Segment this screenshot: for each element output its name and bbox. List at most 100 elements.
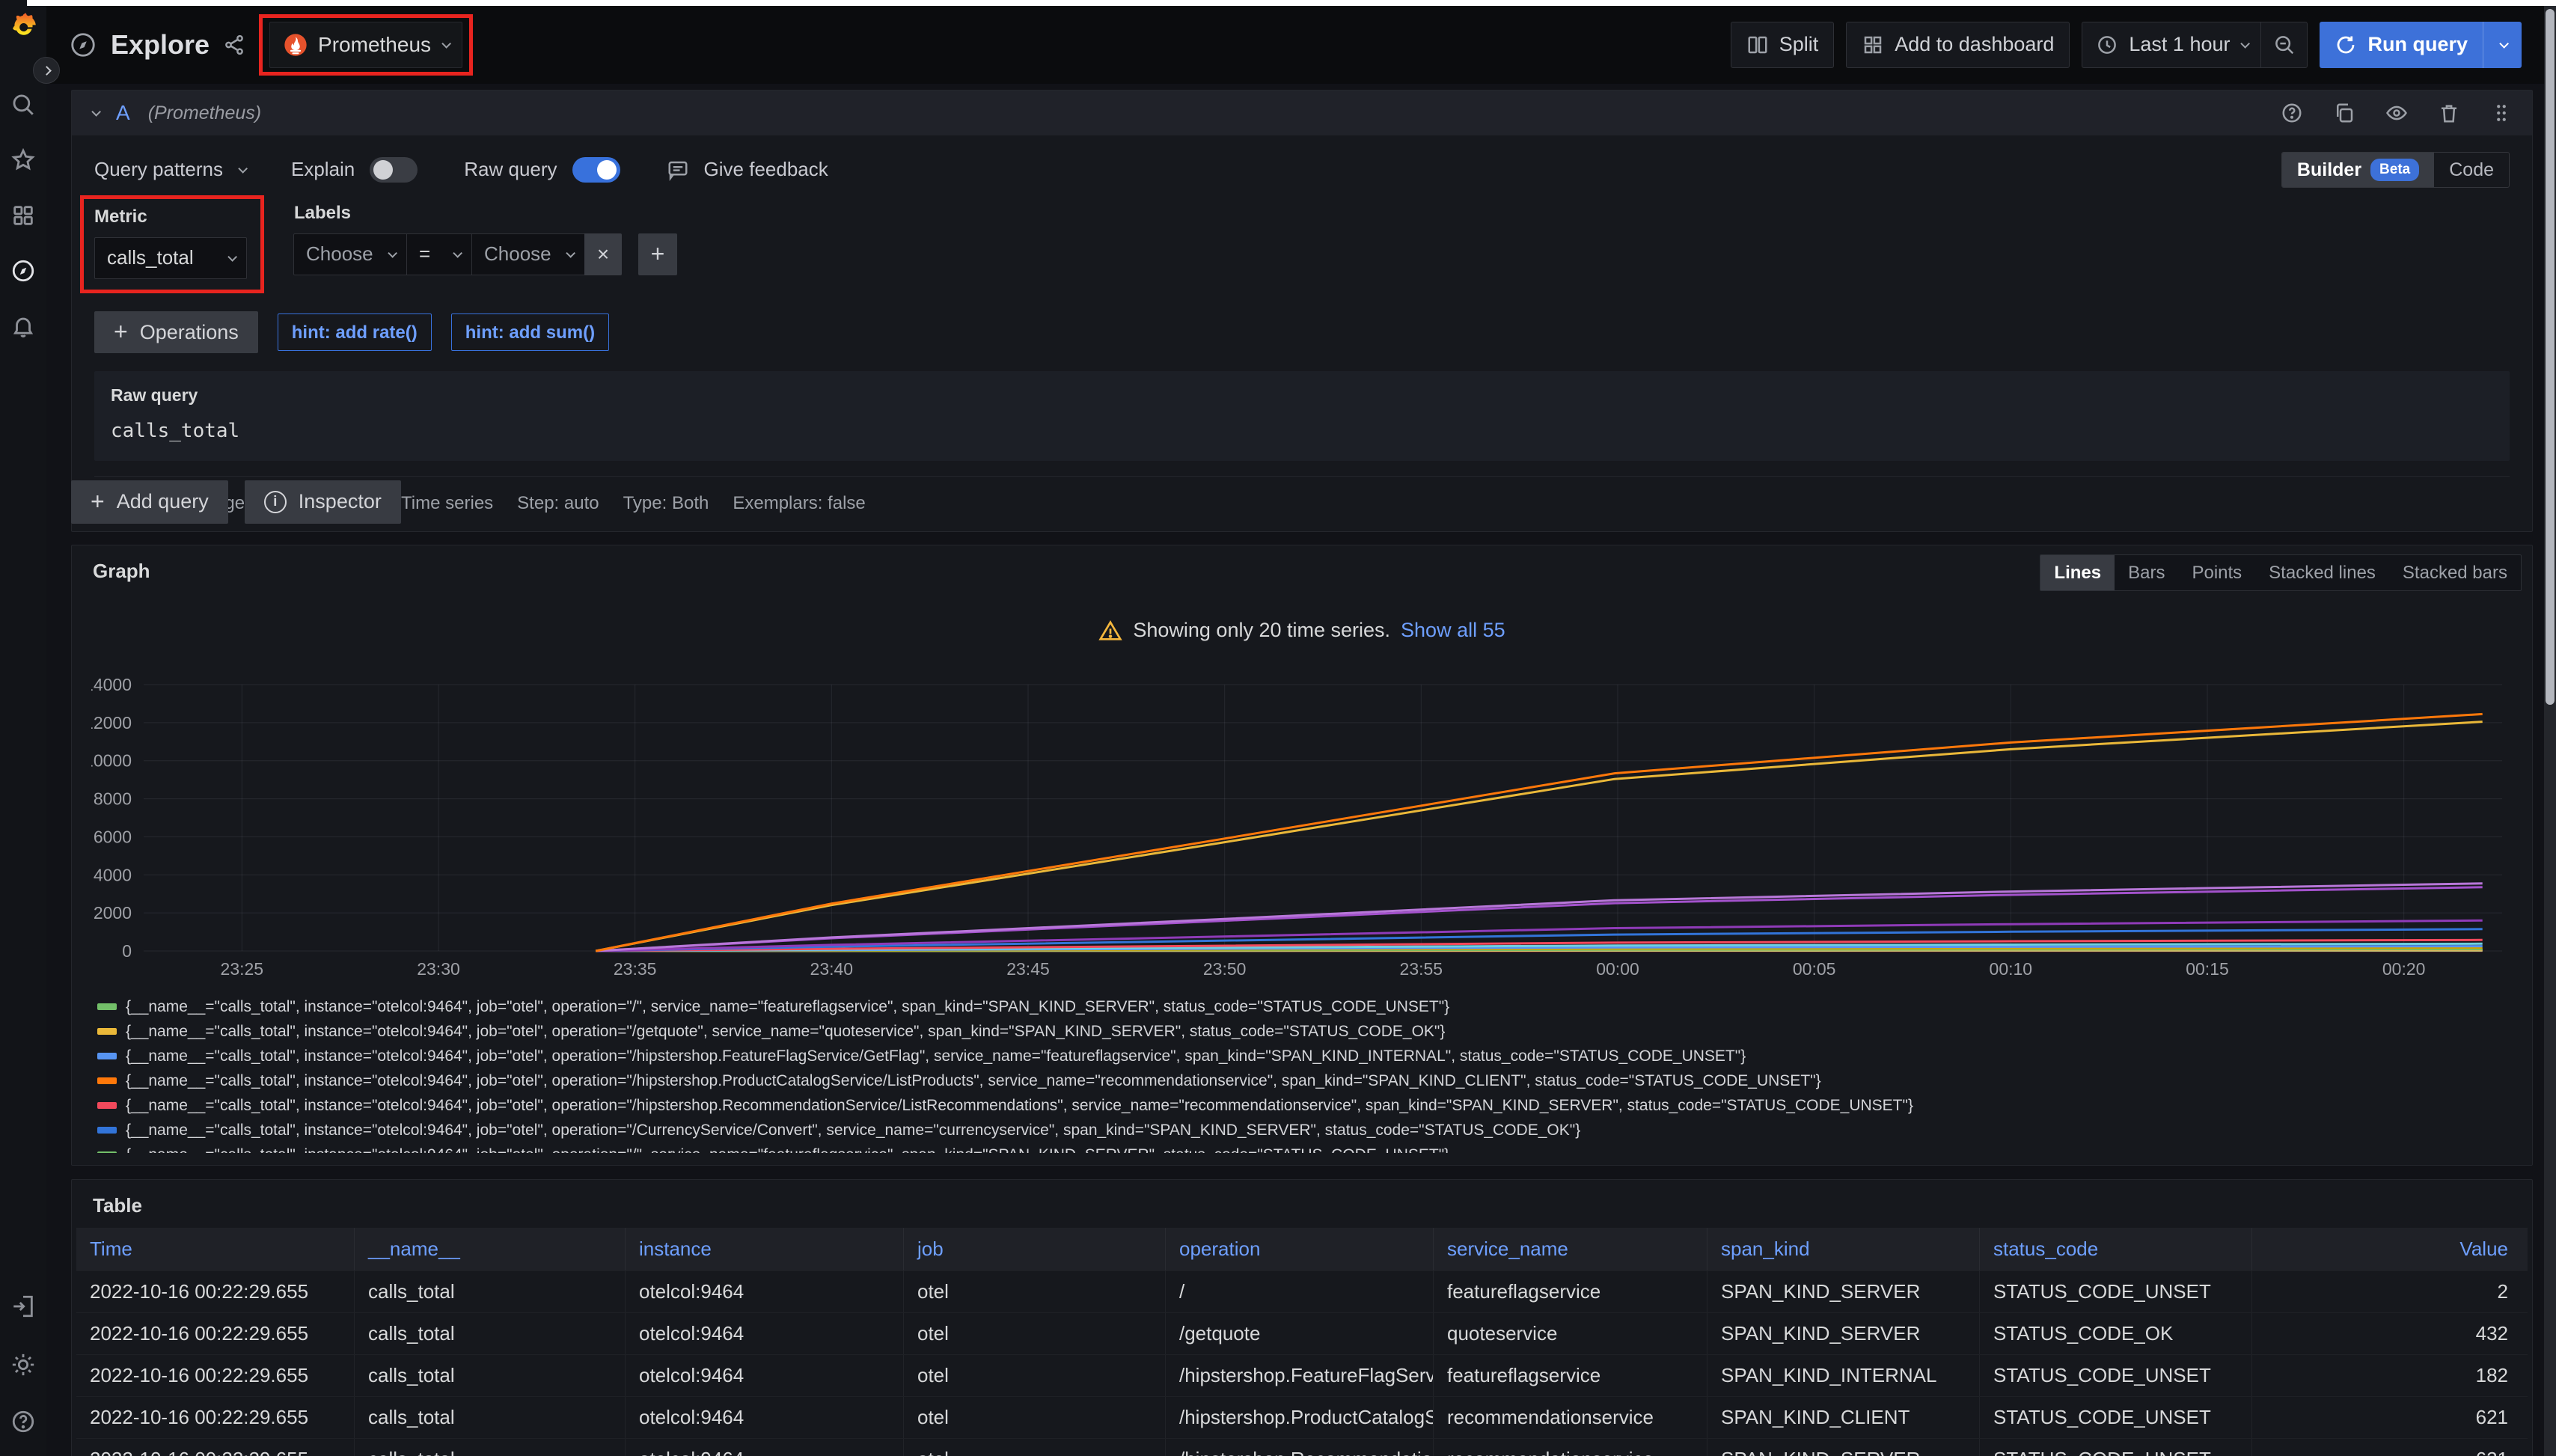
- time-range-picker[interactable]: Last 1 hour: [2082, 22, 2260, 67]
- x-axis-tick: 00:10: [1990, 959, 2033, 979]
- legend-swatch: [97, 1127, 117, 1134]
- table-header-cell[interactable]: job: [904, 1228, 1166, 1270]
- legend-item[interactable]: {__name__="calls_total", instance="otelc…: [97, 994, 2510, 1019]
- legend-item[interactable]: {__name__="calls_total", instance="otelc…: [97, 1118, 2510, 1143]
- legend-item-partial[interactable]: {__name__="calls_total", instance="otelc…: [97, 1143, 2510, 1153]
- y-axis-tick: 14000: [91, 675, 132, 694]
- timeseries-chart[interactable]: 0200040006000800010000120001400023:2523:…: [91, 665, 2508, 979]
- table-row: 2022-10-16 00:22:29.655calls_totalotelco…: [76, 1439, 2528, 1456]
- inspector-button[interactable]: i Inspector: [245, 480, 401, 524]
- star-icon[interactable]: [10, 147, 37, 174]
- table-header-cell[interactable]: __name__: [355, 1228, 626, 1270]
- explain-label: Explain: [291, 157, 355, 183]
- disable-query-eye-icon[interactable]: [2385, 102, 2408, 124]
- alerting-bell-icon[interactable]: [10, 313, 37, 340]
- query-datasource-hint: (Prometheus): [148, 101, 261, 126]
- datasource-picker[interactable]: Prometheus: [269, 22, 462, 68]
- top-nav: Explore Prometheus: [46, 6, 2544, 84]
- raw-query-value: calls_total: [111, 419, 2493, 444]
- collapse-chevron-icon[interactable]: [91, 107, 101, 117]
- table-cell: otelcol:9464: [626, 1271, 904, 1312]
- sign-in-icon[interactable]: [10, 1293, 37, 1320]
- graph-mode-lines[interactable]: Lines: [2040, 555, 2115, 590]
- page-scrollbar[interactable]: [2544, 6, 2556, 1456]
- zoom-out-time-button[interactable]: [2260, 22, 2307, 67]
- query-option-summary: Step: auto: [517, 492, 599, 515]
- label-name-select[interactable]: Choose: [293, 233, 407, 275]
- add-operation-button[interactable]: + Operations: [94, 311, 258, 353]
- label-value-select[interactable]: Choose: [471, 233, 585, 275]
- share-icon[interactable]: [223, 34, 245, 56]
- table-cell: otelcol:9464: [626, 1313, 904, 1354]
- graph-mode-stacked-lines[interactable]: Stacked lines: [2255, 555, 2389, 590]
- metric-field-label: Metric: [94, 205, 247, 228]
- query-row-header[interactable]: A (Prometheus): [72, 91, 2532, 135]
- graph-mode-points[interactable]: Points: [2178, 555, 2255, 590]
- chart-legend: {__name__="calls_total", instance="otelc…: [97, 994, 2510, 1153]
- legend-item[interactable]: {__name__="calls_total", instance="otelc…: [97, 1068, 2510, 1093]
- query-patterns-button[interactable]: Query patterns: [94, 157, 223, 183]
- code-mode-button[interactable]: Code: [2434, 153, 2509, 187]
- graph-mode-bars[interactable]: Bars: [2115, 555, 2178, 590]
- builder-mode-button[interactable]: Builder Beta: [2282, 153, 2434, 187]
- hint-button[interactable]: hint: add rate(): [278, 313, 432, 351]
- y-axis-tick: 4000: [94, 865, 132, 884]
- sidebar-expand-button[interactable]: [33, 57, 60, 84]
- delete-query-trash-icon[interactable]: [2438, 102, 2460, 124]
- legend-label: {__name__="calls_total", instance="otelc…: [126, 1021, 1445, 1041]
- explore-compass-icon[interactable]: [10, 257, 37, 284]
- dashboards-grid-icon[interactable]: [10, 202, 37, 229]
- help-icon[interactable]: [10, 1408, 37, 1435]
- settings-gear-icon[interactable]: [10, 1351, 37, 1378]
- add-to-dashboard-button[interactable]: Add to dashboard: [1846, 22, 2070, 68]
- show-all-series-link[interactable]: Show all 55: [1401, 617, 1505, 643]
- add-query-button[interactable]: + Add query: [71, 480, 228, 524]
- label-operator-select[interactable]: =: [406, 233, 472, 275]
- annotation-red-box-metric: Metric calls_total: [80, 195, 264, 293]
- table-header-cell[interactable]: span_kind: [1707, 1228, 1980, 1270]
- add-label-button[interactable]: +: [638, 233, 677, 275]
- hint-button[interactable]: hint: add sum(): [451, 313, 609, 351]
- page-title: Explore: [111, 28, 210, 63]
- label-name-placeholder: Choose: [306, 242, 373, 267]
- raw-query-toggle[interactable]: [572, 157, 620, 183]
- table-row: 2022-10-16 00:22:29.655calls_totalotelco…: [76, 1397, 2528, 1439]
- metric-select[interactable]: calls_total: [94, 237, 247, 279]
- grafana-logo-icon[interactable]: [7, 10, 39, 42]
- legend-item[interactable]: {__name__="calls_total", instance="otelc…: [97, 1093, 2510, 1118]
- remove-label-button[interactable]: ×: [584, 233, 622, 275]
- give-feedback-link[interactable]: Give feedback: [704, 157, 828, 183]
- run-query-dropdown[interactable]: [2483, 22, 2522, 68]
- table-cell: SPAN_KIND_INTERNAL: [1707, 1355, 1980, 1396]
- y-axis-tick: 10000: [91, 751, 132, 771]
- legend-item[interactable]: {__name__="calls_total", instance="otelc…: [97, 1019, 2510, 1044]
- explain-toggle[interactable]: [370, 157, 418, 183]
- x-axis-tick: 23:40: [810, 959, 854, 979]
- builder-label: Builder: [2297, 158, 2361, 183]
- legend-label: {__name__="calls_total", instance="otelc…: [126, 1071, 1821, 1091]
- table-header-cell[interactable]: Time: [76, 1228, 355, 1270]
- table-header-cell[interactable]: Value: [2252, 1228, 2528, 1270]
- table-cell: 2: [2252, 1271, 2528, 1312]
- legend-item[interactable]: {__name__="calls_total", instance="otelc…: [97, 1044, 2510, 1068]
- raw-query-box: Raw query calls_total: [94, 371, 2510, 461]
- run-query-button[interactable]: Run query: [2320, 22, 2483, 68]
- table-cell: otel: [904, 1397, 1166, 1438]
- table-header-cell[interactable]: service_name: [1434, 1228, 1707, 1270]
- add-query-label: Add query: [117, 489, 209, 515]
- graph-mode-stacked-bars[interactable]: Stacked bars: [2389, 555, 2521, 590]
- table-cell: STATUS_CODE_OK: [1980, 1313, 2252, 1354]
- split-button[interactable]: Split: [1731, 22, 1835, 68]
- table-header-cell[interactable]: operation: [1166, 1228, 1434, 1270]
- table-cell: 432: [2252, 1313, 2528, 1354]
- y-axis-tick: 0: [122, 941, 132, 961]
- drag-handle-icon[interactable]: [2490, 102, 2513, 124]
- series-limit-warning: Showing only 20 time series. Show all 55: [72, 617, 2532, 643]
- y-axis-tick: 12000: [91, 713, 132, 732]
- duplicate-query-icon[interactable]: [2333, 102, 2355, 124]
- scrollbar-thumb[interactable]: [2546, 9, 2555, 705]
- table-header-cell[interactable]: status_code: [1980, 1228, 2252, 1270]
- query-help-icon[interactable]: [2281, 102, 2303, 124]
- table-header-cell[interactable]: instance: [626, 1228, 904, 1270]
- search-icon[interactable]: [10, 91, 37, 118]
